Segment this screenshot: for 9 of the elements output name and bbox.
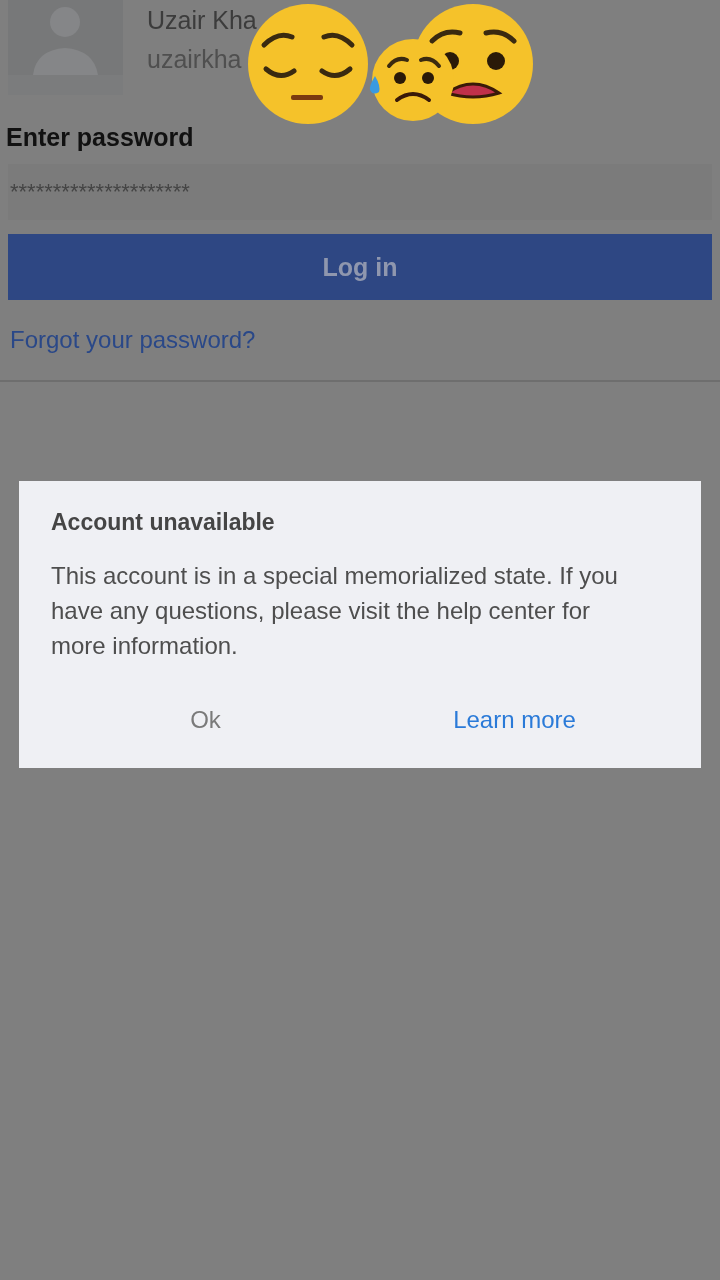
ok-button[interactable]: Ok [51,698,360,742]
password-label: Enter password [6,123,194,152]
password-field[interactable]: ********************* [8,164,712,220]
learn-more-button[interactable]: Learn more [360,698,669,742]
profile-name: Uzair Kha [147,6,257,35]
sad-tear-face-icon [367,38,455,122]
dialog-message: This account is in a special memorialized state. If you have any questions, please visit the help center for more information. [51,561,619,661]
dialog-title: Account unavailable [51,509,276,536]
forgot-password-link[interactable]: Forgot your password? [10,326,256,354]
